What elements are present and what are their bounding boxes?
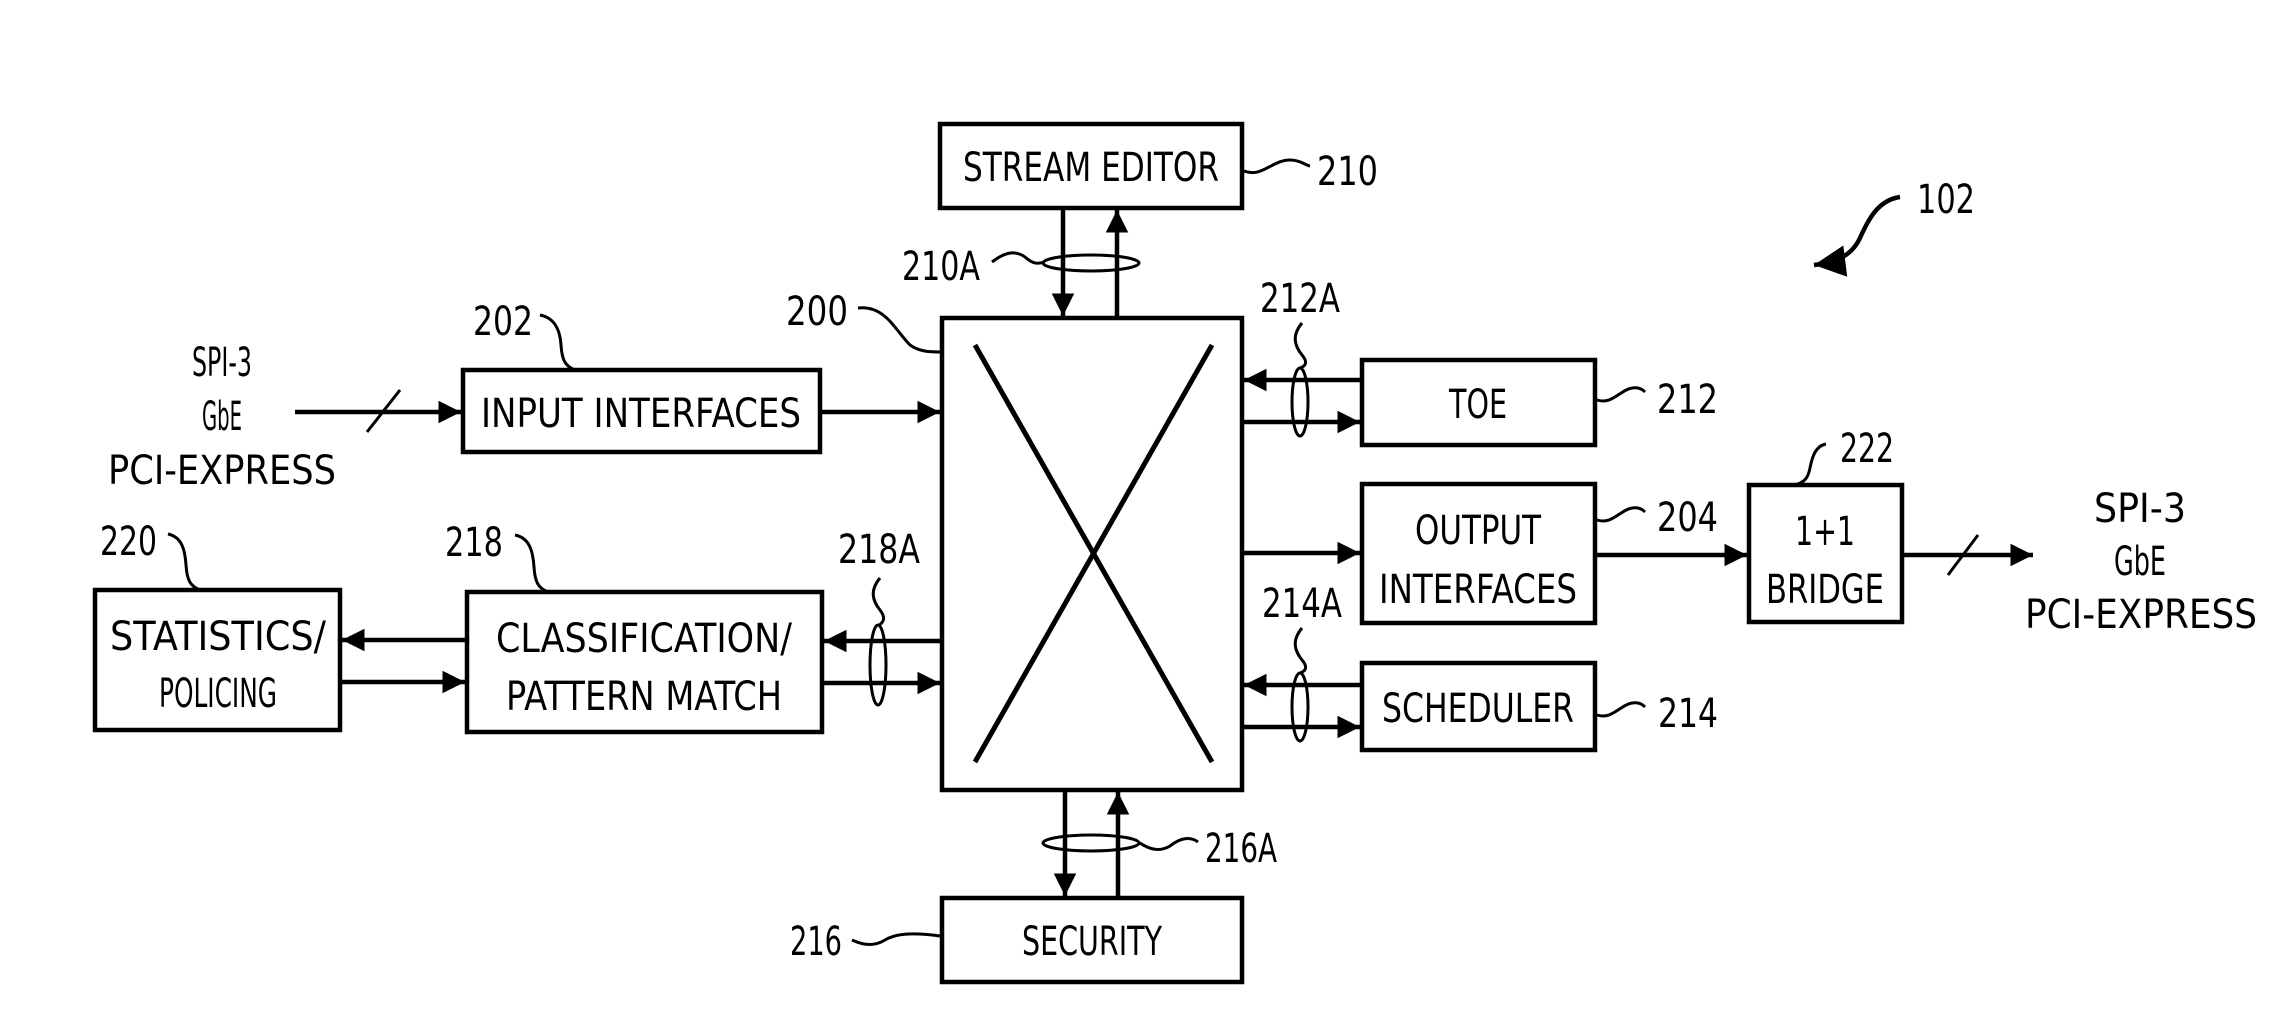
- scheduler-leader: [1596, 701, 1647, 718]
- bus-212a-label: 212A: [1260, 276, 1340, 322]
- stream-editor-label: STREAM EDITOR: [963, 145, 1219, 191]
- stream-editor-ref: 210: [1317, 149, 1378, 195]
- bus-218a-ellipse: [868, 623, 888, 707]
- output-protocols-label: SPI-3 GbE PCI-EXPRESS: [2025, 486, 2257, 638]
- statistics-policing-block: STATISTICS/ POLICING: [92, 587, 343, 733]
- stream-editor-leader: [1243, 158, 1311, 175]
- input-interfaces-label: INPUT INTERFACES: [481, 391, 801, 437]
- statistics-label-line2: POLICING: [159, 671, 277, 717]
- bus-216a-label: 216A: [1205, 826, 1277, 872]
- output-interfaces-label-line2: INTERFACES: [1379, 567, 1577, 613]
- bus-216a-ellipse: [1041, 833, 1141, 853]
- output-interfaces-leader: [1596, 506, 1647, 523]
- output-interfaces-label-line1: OUTPUT: [1415, 508, 1541, 554]
- classification-block: CLASSIFICATION/ PATTERN MATCH: [464, 589, 825, 735]
- svg-text:GbE: GbE: [202, 394, 242, 440]
- svg-text:GbE: GbE: [2114, 539, 2166, 585]
- classification-label-line2: PATTERN MATCH: [506, 674, 782, 720]
- bus-212a-leader: [1293, 322, 1308, 370]
- bus-218a-label: 218A: [838, 527, 920, 573]
- input-interfaces-block: INPUT INTERFACES: [460, 367, 823, 455]
- security-ref: 216: [790, 919, 842, 965]
- toe-leader: [1596, 386, 1647, 403]
- toe-label: TOE: [1448, 382, 1507, 428]
- bus-210a-leader: [991, 251, 1046, 265]
- svg-text:SPI-3: SPI-3: [2094, 486, 2186, 532]
- scheduler-label: SCHEDULER: [1382, 686, 1574, 732]
- bus-214a-leader: [1293, 627, 1308, 675]
- switch-leader: [857, 306, 943, 354]
- scheduler-ref: 214: [1658, 691, 1718, 737]
- bus-210a-label: 210A: [902, 244, 980, 290]
- bus-218a-leader: [871, 577, 886, 628]
- security-leader: [851, 932, 941, 946]
- svg-text:PCI-EXPRESS: PCI-EXPRESS: [2025, 592, 2257, 638]
- input-protocols-label: SPI-3 GbE PCI-EXPRESS: [108, 340, 336, 494]
- bus-216a-leader: [1139, 837, 1199, 852]
- output-interfaces-ref: 204: [1657, 495, 1718, 541]
- security-block: SECURITY: [939, 895, 1245, 985]
- classification-leader: [514, 533, 549, 594]
- svg-text:SPI-3: SPI-3: [192, 340, 252, 386]
- toe-block: TOE: [1359, 357, 1598, 448]
- bridge-label-line1: 1+1: [1795, 509, 1855, 555]
- bridge-label-line2: BRIDGE: [1766, 567, 1884, 613]
- input-interfaces-ref: 202: [473, 299, 533, 345]
- figure-ref-arrow: [1813, 194, 1901, 277]
- bus-210a-ellipse: [1041, 253, 1141, 273]
- classification-label-line1: CLASSIFICATION/: [496, 616, 792, 662]
- switch-fabric-block: [939, 315, 1245, 793]
- scheduler-block: SCHEDULER: [1359, 660, 1598, 753]
- statistics-leader: [167, 532, 201, 592]
- switch-ref-label: 200: [786, 289, 848, 335]
- statistics-label-line1: STATISTICS/: [110, 614, 326, 660]
- output-interfaces-block: OUTPUT INTERFACES: [1359, 481, 1598, 626]
- svg-text:PCI-EXPRESS: PCI-EXPRESS: [108, 448, 336, 494]
- security-label: SECURITY: [1022, 919, 1162, 965]
- bridge-leader: [1794, 442, 1827, 487]
- block-diagram: 200 STREAM EDITOR 210 210A SPI-3 GbE PCI…: [92, 121, 2257, 985]
- figure-ref-label: 102: [1917, 177, 1975, 223]
- bridge-block: 1+1 BRIDGE: [1746, 482, 1905, 625]
- stream-editor-block: STREAM EDITOR: [937, 121, 1245, 211]
- statistics-ref: 220: [100, 519, 157, 565]
- classification-ref: 218: [445, 520, 503, 566]
- toe-ref: 212: [1657, 377, 1718, 423]
- bridge-ref: 222: [1840, 426, 1894, 472]
- bus-214a-label: 214A: [1262, 581, 1342, 627]
- input-interfaces-leader: [539, 313, 576, 372]
